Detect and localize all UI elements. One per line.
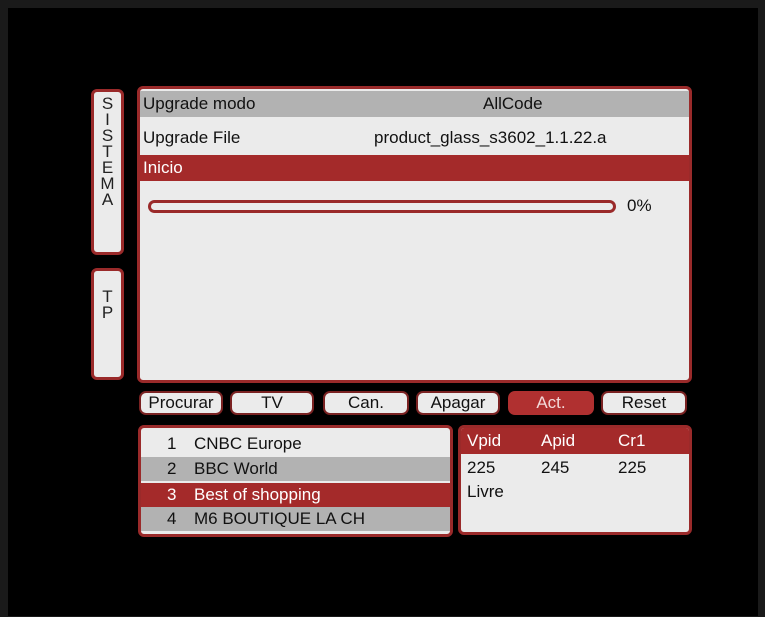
procurar-button[interactable]: Procurar <box>139 391 223 415</box>
pid-info-values: 225 245 225 <box>461 458 689 480</box>
channel-name: Best of shopping <box>194 485 321 504</box>
apagar-button[interactable]: Apagar <box>416 391 500 415</box>
cr1-header: Cr1 <box>618 431 646 450</box>
upgrade-mode-row[interactable]: Upgrade modo AllCode <box>140 91 689 117</box>
upgrade-file-value: product_glass_s3602_1.1.22.a <box>374 128 607 147</box>
channel-number: 3 <box>167 485 177 504</box>
channel-status: Livre <box>467 482 504 501</box>
channel-number: 1 <box>167 434 177 453</box>
channel-name: M6 BOUTIQUE LA CH <box>194 509 365 528</box>
tab-tp-letter: P <box>101 303 114 322</box>
cr1-value: 225 <box>618 458 647 477</box>
channel-number: 2 <box>167 459 177 478</box>
start-row[interactable]: Inicio <box>140 155 689 181</box>
vpid-header: Vpid <box>467 431 502 450</box>
upgrade-progress-bar <box>148 200 616 213</box>
apid-value: 245 <box>541 458 570 477</box>
channel-list-item[interactable]: 2 BBC World <box>141 457 450 481</box>
channel-list: 1 CNBC Europe 2 BBC World 3 Best of shop… <box>138 425 453 537</box>
upgrade-mode-label: Upgrade modo <box>143 94 256 113</box>
channel-list-item[interactable]: 1 CNBC Europe <box>141 432 450 456</box>
upgrade-file-label: Upgrade File <box>143 128 241 147</box>
tab-sistema-letter: A <box>101 190 114 209</box>
upgrade-panel: Upgrade modo AllCode Upgrade File produc… <box>137 86 692 383</box>
tab-tp[interactable]: T P <box>91 268 124 380</box>
pid-info-header: Vpid Apid Cr1 <box>461 428 689 454</box>
reset-button[interactable]: Reset <box>601 391 687 415</box>
channel-list-item[interactable]: 4 M6 BOUTIQUE LA CH <box>141 507 450 531</box>
channel-name: CNBC Europe <box>194 434 302 453</box>
vpid-value: 225 <box>467 458 496 477</box>
upgrade-mode-value: AllCode <box>483 94 543 113</box>
act-button[interactable]: Act. <box>508 391 594 415</box>
upgrade-progress-percent: 0% <box>627 196 652 215</box>
pid-info-panel: Vpid Apid Cr1 225 245 225 Livre <box>458 425 692 535</box>
channels-button[interactable]: Can. <box>323 391 409 415</box>
tv-button[interactable]: TV <box>230 391 314 415</box>
channel-name: BBC World <box>194 459 278 478</box>
upgrade-file-row[interactable]: Upgrade File product_glass_s3602_1.1.22.… <box>140 125 689 151</box>
channel-number: 4 <box>167 509 177 528</box>
start-label: Inicio <box>143 158 183 177</box>
channel-list-item[interactable]: 3 Best of shopping <box>141 483 450 507</box>
tab-sistema[interactable]: S I S T E M A <box>91 89 124 255</box>
apid-header: Apid <box>541 431 576 450</box>
